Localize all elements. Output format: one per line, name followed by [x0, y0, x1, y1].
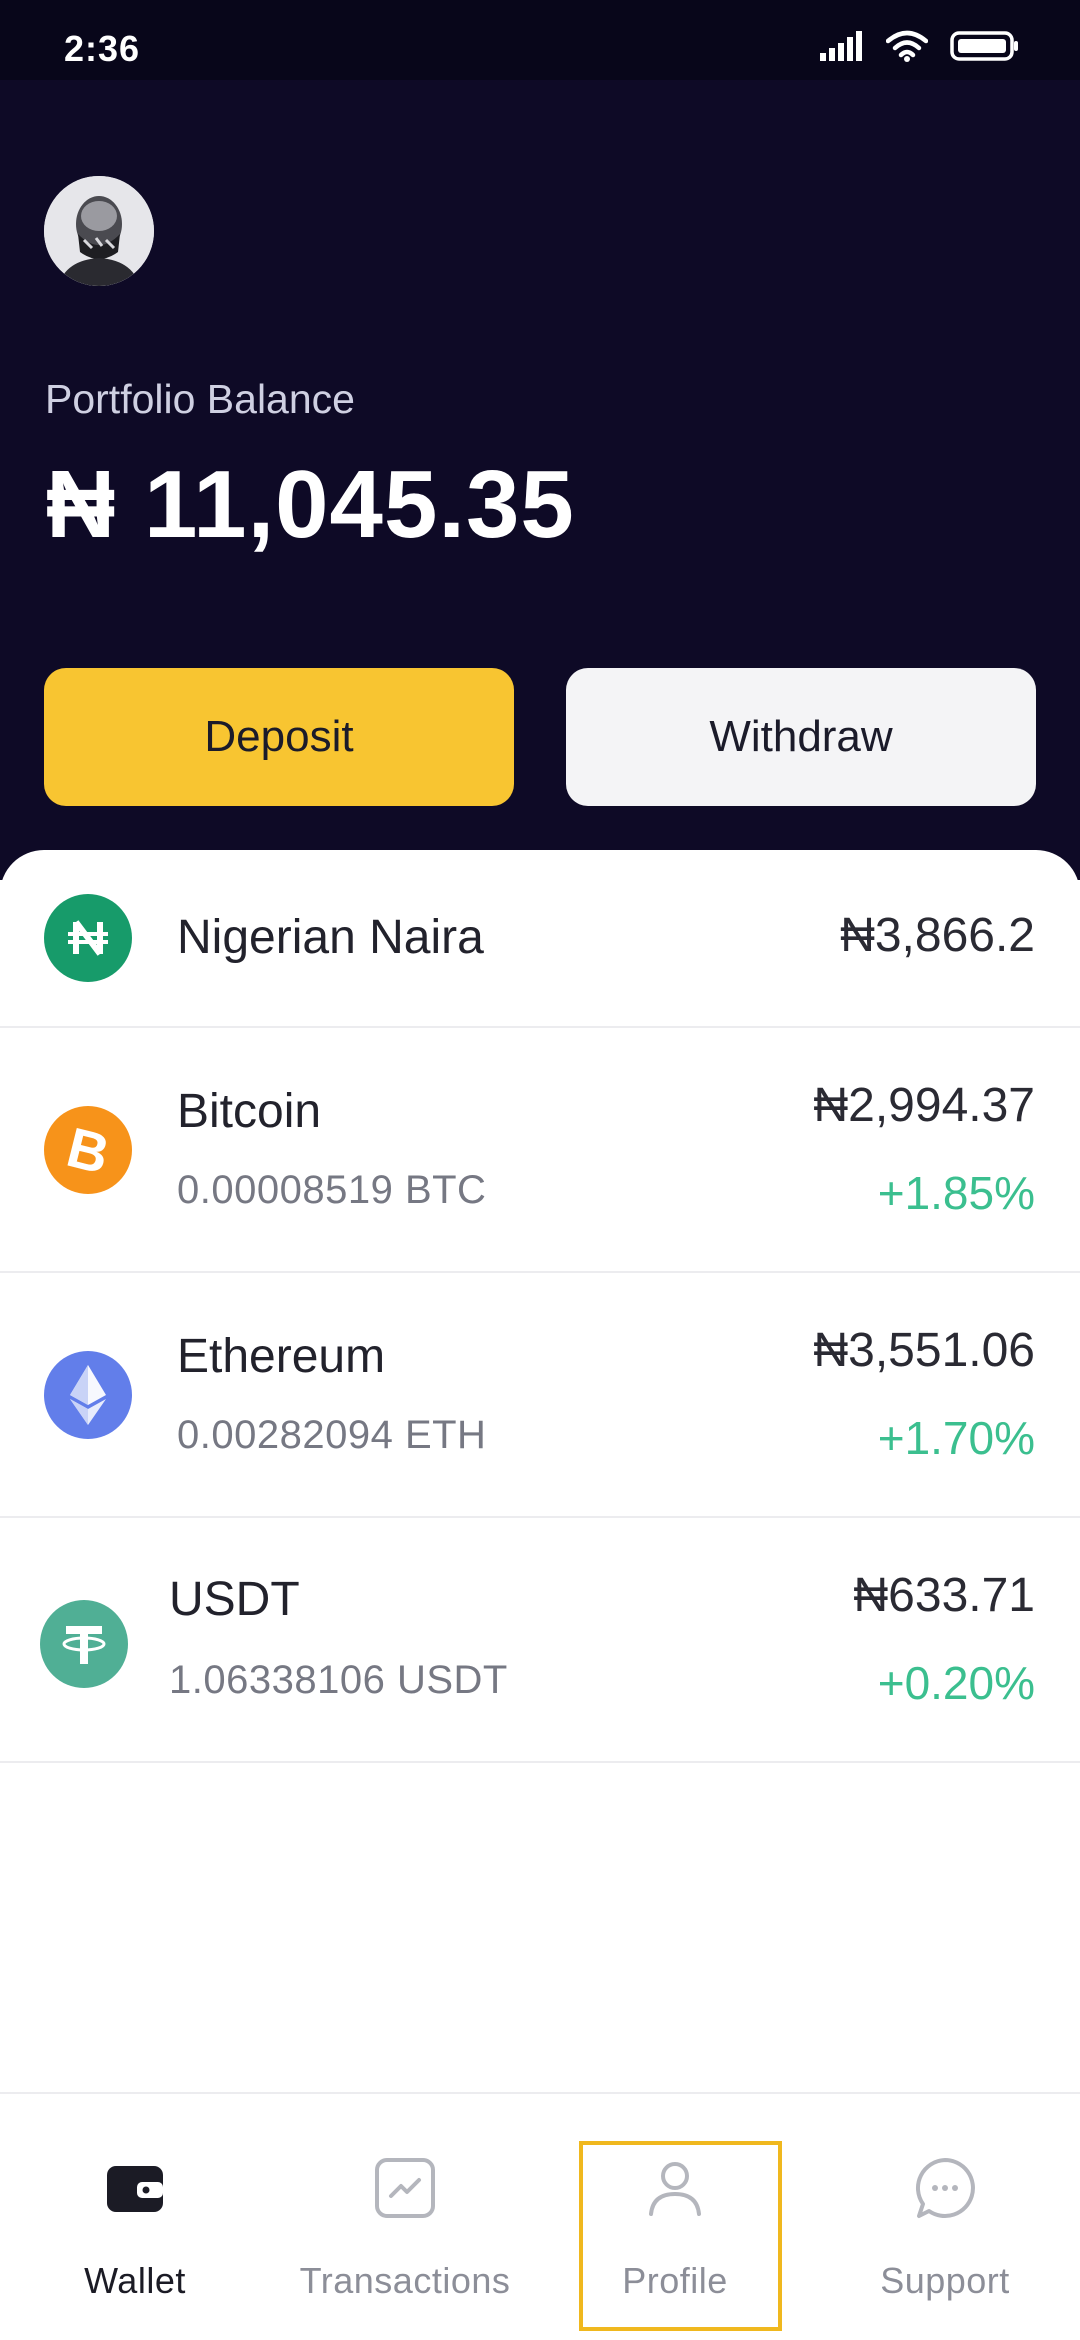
asset-name: Bitcoin — [177, 1085, 322, 1138]
wifi-icon — [886, 30, 928, 62]
asset-amount: 1.06338106 USDT — [169, 1658, 508, 1702]
asset-row-bitcoin[interactable]: B Bitcoin 0.00008519 BTC ₦2,994.37 +1.85… — [0, 1028, 1080, 1273]
chart-icon — [375, 2158, 435, 2218]
bitcoin-icon: B — [44, 1106, 132, 1194]
asset-amount: 0.00008519 BTC — [177, 1168, 487, 1212]
deposit-button[interactable]: Deposit — [44, 668, 514, 806]
asset-price: ₦2,994.37 — [813, 1079, 1035, 1132]
status-time: 2:36 — [64, 28, 141, 69]
portfolio-header: Portfolio Balance ₦ 11,045.35 Deposit Wi… — [0, 80, 1080, 880]
naira-icon — [44, 894, 132, 982]
asset-row-ethereum[interactable]: Ethereum 0.00282094 ETH ₦3,551.06 +1.70% — [0, 1273, 1080, 1518]
withdraw-button[interactable]: Withdraw — [566, 668, 1036, 806]
bottom-nav: Wallet Transactions Profile Support — [0, 2092, 1080, 2340]
asset-change: +1.70% — [877, 1412, 1035, 1464]
asset-name: USDT — [169, 1573, 300, 1626]
nav-wallet[interactable]: Wallet — [0, 2094, 270, 2340]
asset-price: ₦3,866.2 — [840, 909, 1035, 962]
assets-list: Nigerian Naira ₦3,866.2 B Bitcoin 0.0000… — [0, 850, 1080, 2100]
status-bar: 2:36 — [0, 0, 1080, 80]
asset-price: ₦3,551.06 — [813, 1324, 1035, 1377]
nav-transactions[interactable]: Transactions — [270, 2094, 540, 2340]
avatar[interactable] — [44, 176, 154, 286]
asset-row-naira[interactable]: Nigerian Naira ₦3,866.2 — [0, 850, 1080, 1028]
nav-label: Wallet — [84, 2260, 186, 2301]
status-icons — [820, 30, 1020, 62]
profile-photo — [44, 176, 154, 286]
asset-row-usdt[interactable]: USDT 1.06338106 USDT ₦633.71 +0.20% — [0, 1518, 1080, 1763]
asset-change: +0.20% — [877, 1657, 1035, 1709]
battery-icon — [950, 31, 1018, 61]
nav-label: Transactions — [299, 2260, 511, 2301]
asset-name: Ethereum — [177, 1330, 386, 1383]
asset-change: +1.85% — [877, 1167, 1035, 1219]
nav-label: Support — [880, 2260, 1010, 2301]
balance-value: ₦ 11,045.35 — [46, 451, 575, 558]
tether-icon — [40, 1600, 128, 1688]
balance-label: Portfolio Balance — [45, 376, 355, 422]
asset-amount: 0.00282094 ETH — [177, 1413, 487, 1457]
profile-highlight-box — [579, 2141, 782, 2331]
asset-price: ₦633.71 — [853, 1569, 1035, 1622]
ethereum-icon — [44, 1351, 132, 1439]
asset-name: Nigerian Naira — [177, 911, 484, 964]
chat-icon — [915, 2158, 975, 2218]
nav-support[interactable]: Support — [810, 2094, 1080, 2340]
wallet-icon — [107, 2166, 163, 2212]
signal-icon — [820, 31, 862, 61]
